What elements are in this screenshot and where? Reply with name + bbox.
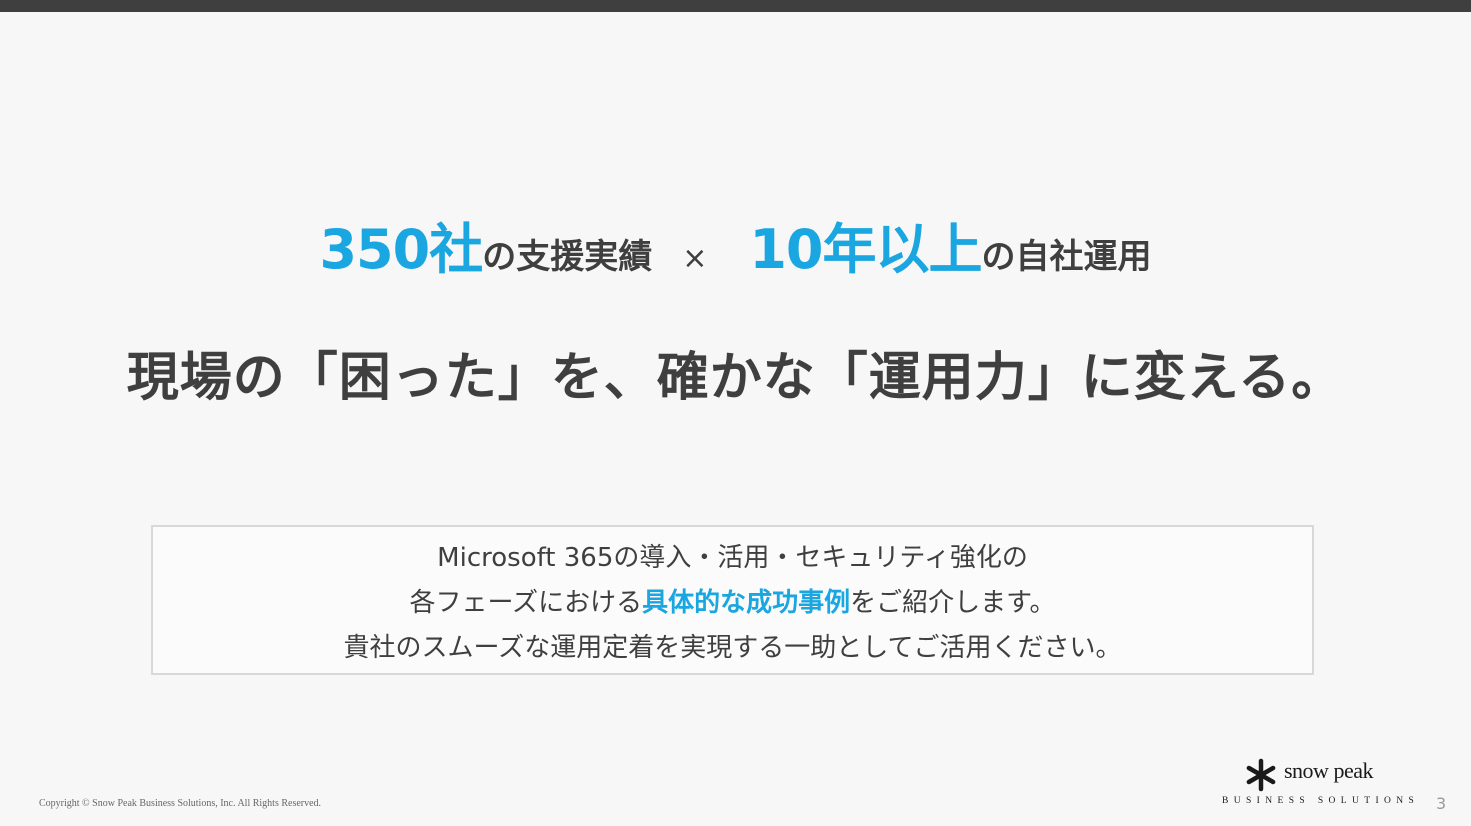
intro-line-2: 各フェーズにおける具体的な成功事例をご紹介します。: [153, 581, 1312, 626]
headline-years-suffix: の自社運用: [981, 237, 1152, 277]
headline-count-value: 350社: [319, 218, 483, 281]
page-number: 3: [1436, 794, 1447, 813]
logo-subtitle: BUSINESS SOLUTIONS: [1222, 796, 1420, 806]
intro-box: Microsoft 365の導入・活用・セキュリティ強化の 各フェーズにおける具…: [151, 525, 1314, 675]
intro-line-3: 貴社のスムーズな運用定着を実現する一助としてご活用ください。: [343, 633, 1122, 663]
intro-line-2-before: 各フェーズにおける: [409, 588, 643, 618]
tagline: 現場の「困った」を、確かな「運用力」に変える。: [126, 348, 1345, 408]
headline-count-suffix: の支援実績: [482, 237, 653, 277]
intro-line-2-after: をご紹介します。: [850, 588, 1056, 618]
top-bar: [0, 0, 1471, 12]
intro-line-1: Microsoft 365の導入・活用・セキュリティ強化の: [437, 543, 1028, 573]
copyright-notice: Copyright © Snow Peak Business Solutions…: [39, 798, 322, 809]
intro-line-2-highlight: 具体的な成功事例: [642, 588, 851, 618]
headline-separator: ×: [682, 241, 708, 276]
logo-brand-name: snow peak: [1284, 758, 1373, 783]
snowflake-asterisk-icon: [1246, 758, 1276, 792]
headline: 350社の支援実績 × 10年以上の自社運用: [0, 205, 1471, 284]
headline-years-value: 10年以上: [749, 218, 982, 281]
company-logo: snow peak BUSINESS SOLUTIONS: [1222, 756, 1414, 808]
